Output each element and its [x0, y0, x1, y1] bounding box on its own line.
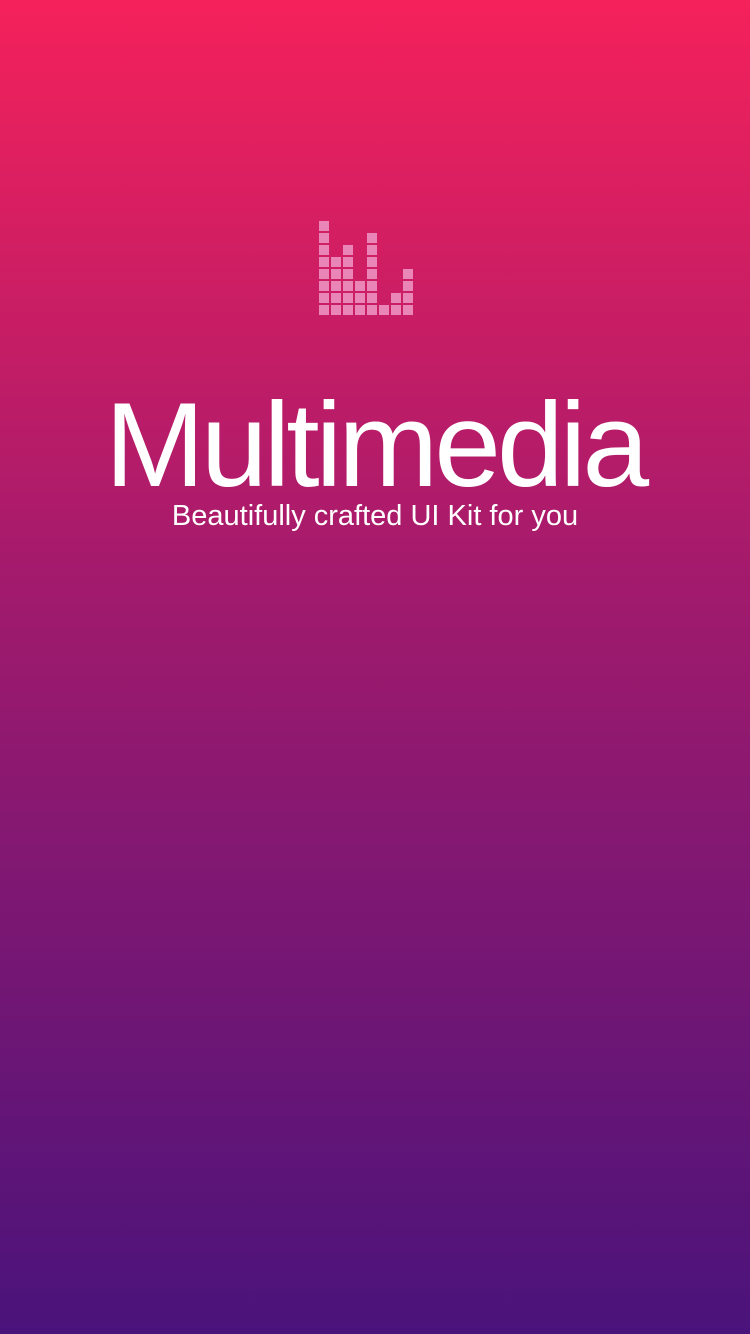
equalizer-cell	[319, 245, 329, 255]
equalizer-cell	[355, 281, 365, 291]
equalizer-cell	[367, 245, 377, 255]
equalizer-cell	[379, 305, 389, 315]
equalizer-cell	[367, 293, 377, 303]
equalizer-cell	[391, 293, 401, 303]
equalizer-cell	[343, 293, 353, 303]
equalizer-cell	[403, 269, 413, 279]
equalizer-cell	[343, 245, 353, 255]
equalizer-cell	[319, 221, 329, 231]
equalizer-cell	[367, 281, 377, 291]
equalizer-cell	[319, 293, 329, 303]
equalizer-cell	[355, 305, 365, 315]
equalizer-cell	[343, 305, 353, 315]
equalizer-cell	[355, 293, 365, 303]
equalizer-cell	[403, 281, 413, 291]
app-subtitle: Beautifully crafted UI Kit for you	[171, 500, 579, 532]
equalizer-cell	[331, 305, 341, 315]
equalizer-cell	[319, 269, 329, 279]
equalizer-cell	[331, 257, 341, 267]
equalizer-cell	[403, 293, 413, 303]
equalizer-cell	[319, 305, 329, 315]
equalizer-cell	[367, 257, 377, 267]
equalizer-cell	[331, 293, 341, 303]
equalizer-cell	[343, 257, 353, 267]
equalizer-cell	[367, 269, 377, 279]
equalizer-cell	[331, 281, 341, 291]
equalizer-cell	[319, 257, 329, 267]
gradient-background	[0, 0, 750, 1334]
equalizer-cell	[403, 305, 413, 315]
equalizer-cell	[319, 281, 329, 291]
equalizer-bars-icon	[319, 221, 413, 315]
app-title: Multimedia	[104, 378, 649, 512]
equalizer-cell	[319, 233, 329, 243]
equalizer-cell	[367, 305, 377, 315]
equalizer-cell	[367, 233, 377, 243]
equalizer-cell	[391, 305, 401, 315]
splash-screen: Multimedia Beautifully crafted UI Kit fo…	[0, 0, 750, 1334]
equalizer-cell	[343, 281, 353, 291]
equalizer-cell	[343, 269, 353, 279]
equalizer-cell	[331, 269, 341, 279]
